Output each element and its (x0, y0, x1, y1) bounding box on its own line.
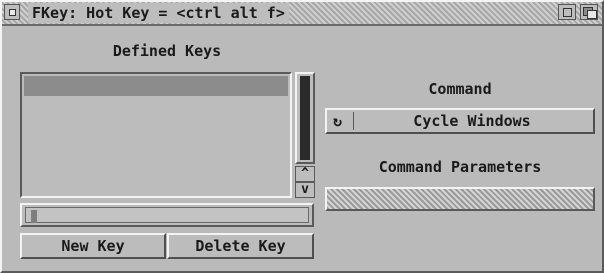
depth-gadget-icon[interactable] (580, 4, 598, 20)
cycle-separator (353, 112, 354, 130)
defined-keys-list[interactable] (20, 72, 292, 198)
command-parameters-label: Command Parameters (378, 158, 542, 176)
new-key-button[interactable]: New Key (20, 233, 166, 259)
list-scrollbar[interactable] (295, 72, 315, 164)
zoom-gadget-icon[interactable] (558, 4, 576, 20)
key-string-input[interactable] (25, 207, 309, 223)
scroll-up-arrow-icon[interactable]: ^ (295, 166, 315, 182)
command-label: Command (428, 80, 492, 98)
window-title: FKey: Hot Key = <ctrl alt f> (28, 3, 289, 23)
command-selected-value: Cycle Windows (413, 112, 531, 130)
command-cycle-gadget[interactable]: ↻ Cycle Windows (325, 108, 595, 134)
fkey-window: FKey: Hot Key = <ctrl alt f> Defined Key… (0, 0, 604, 273)
text-cursor (31, 210, 37, 223)
defined-keys-label: Defined Keys (112, 42, 222, 60)
delete-key-button[interactable]: Delete Key (167, 233, 314, 259)
title-bar[interactable]: FKey: Hot Key = <ctrl alt f> (2, 2, 602, 26)
command-parameters-field (325, 187, 595, 211)
close-gadget-icon[interactable] (4, 4, 20, 20)
cycle-icon: ↻ (333, 112, 343, 130)
scrollbar-knob[interactable] (300, 76, 310, 160)
scroll-down-arrow-icon[interactable]: v (295, 182, 315, 198)
list-item-selected[interactable] (24, 76, 288, 96)
key-string-field[interactable] (20, 203, 314, 227)
